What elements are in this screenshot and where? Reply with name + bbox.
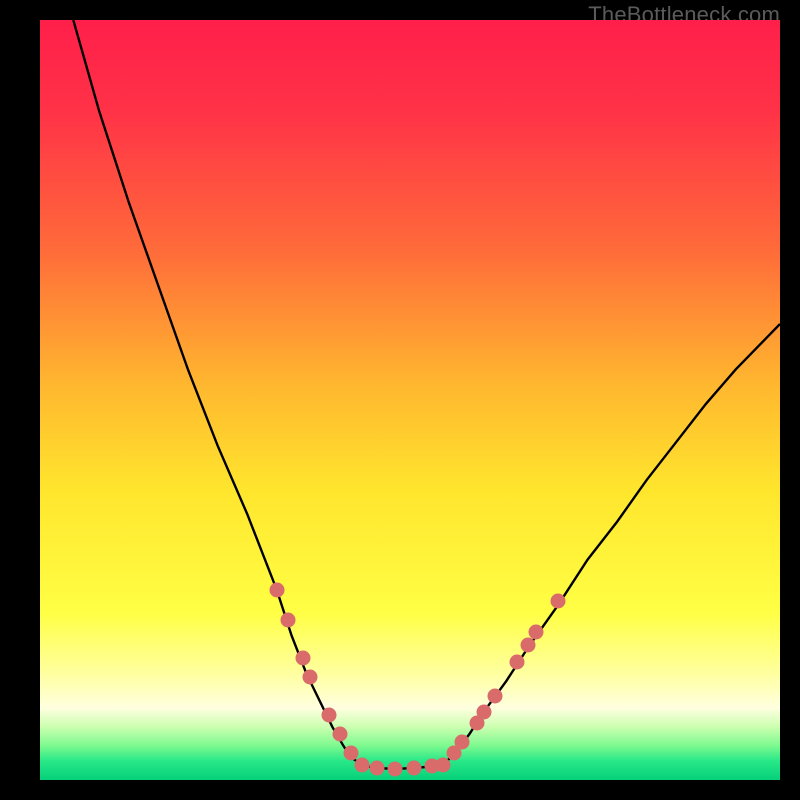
- marker-dot: [295, 651, 310, 666]
- marker-dot: [303, 670, 318, 685]
- marker-dot: [551, 594, 566, 609]
- marker-dot: [521, 637, 536, 652]
- marker-dot: [269, 583, 284, 598]
- marker-dot: [488, 689, 503, 704]
- marker-dot: [436, 757, 451, 772]
- marker-dot: [369, 760, 384, 775]
- marker-dot: [406, 760, 421, 775]
- bottleneck-curve: [73, 20, 780, 769]
- marker-dot: [388, 761, 403, 776]
- marker-dot: [477, 704, 492, 719]
- marker-dot: [321, 708, 336, 723]
- marker-dot: [280, 613, 295, 628]
- plot-area: [40, 20, 780, 780]
- marker-dot: [510, 655, 525, 670]
- marker-dot: [354, 757, 369, 772]
- curve-layer: [40, 20, 780, 780]
- outer-frame: TheBottleneck.com: [0, 0, 800, 800]
- marker-dot: [528, 624, 543, 639]
- marker-dot: [454, 735, 469, 750]
- marker-dot: [332, 727, 347, 742]
